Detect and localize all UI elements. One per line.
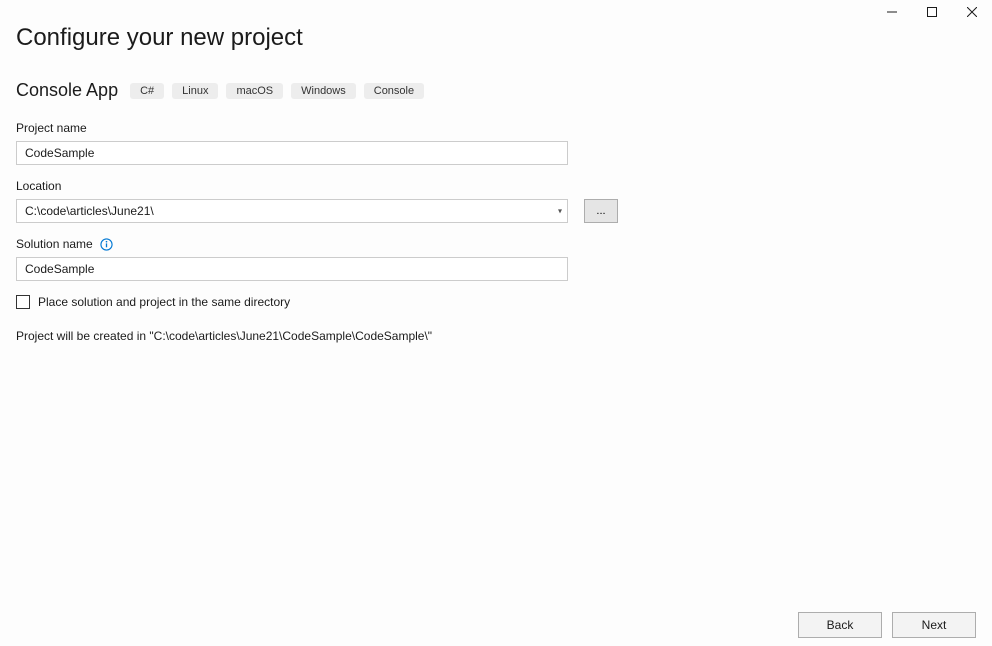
tag-macos: macOS	[226, 83, 283, 99]
tag-console: Console	[364, 83, 424, 99]
path-preview: Project will be created in "C:\code\arti…	[16, 329, 976, 343]
solution-name-label: Solution name	[16, 237, 976, 251]
page-title: Configure your new project	[16, 24, 976, 52]
next-button[interactable]: Next	[892, 612, 976, 638]
close-button[interactable]	[952, 0, 992, 24]
browse-button[interactable]: ...	[584, 199, 618, 223]
solution-name-input[interactable]	[16, 257, 568, 281]
info-icon[interactable]	[100, 238, 113, 251]
tag-csharp: C#	[130, 83, 164, 99]
same-directory-checkbox[interactable]	[16, 295, 30, 309]
tag-linux: Linux	[172, 83, 218, 99]
project-tags: C# Linux macOS Windows Console	[130, 83, 424, 99]
maximize-button[interactable]	[912, 0, 952, 24]
location-label: Location	[16, 179, 976, 193]
tag-windows: Windows	[291, 83, 356, 99]
same-directory-label[interactable]: Place solution and project in the same d…	[38, 295, 290, 309]
minimize-button[interactable]	[872, 0, 912, 24]
solution-name-label-text: Solution name	[16, 237, 93, 251]
project-name-input[interactable]	[16, 141, 568, 165]
project-name-label: Project name	[16, 121, 976, 135]
project-type-subtitle: Console App	[16, 80, 118, 101]
location-input[interactable]	[16, 199, 568, 223]
back-button[interactable]: Back	[798, 612, 882, 638]
